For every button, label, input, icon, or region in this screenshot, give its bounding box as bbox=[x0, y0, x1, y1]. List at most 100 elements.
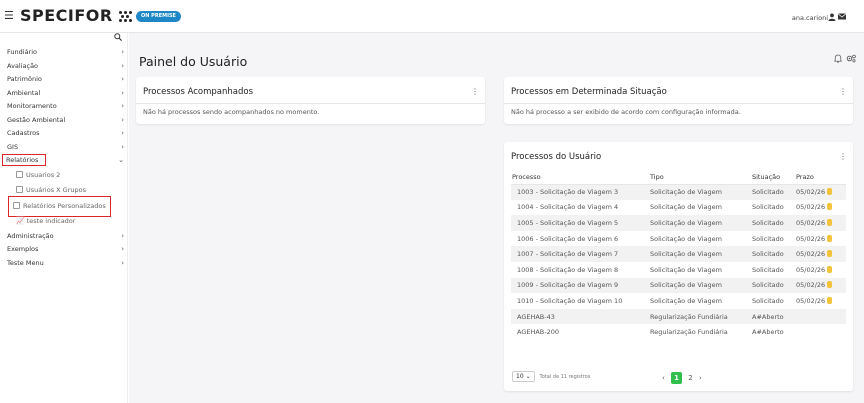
deadline-marker-icon bbox=[827, 265, 833, 273]
cell-processo-text: 1005 - Solicitação de Viagem 5 bbox=[517, 218, 619, 227]
chevron-down-icon: ⌄ bbox=[118, 156, 124, 164]
bell-icon[interactable] bbox=[833, 54, 843, 65]
cell-prazo: 05/02/26 bbox=[795, 293, 846, 309]
column-header[interactable]: Tipo bbox=[649, 171, 751, 185]
column-header[interactable]: Prazo bbox=[795, 171, 846, 185]
chevron-right-icon: › bbox=[121, 115, 124, 124]
table-row[interactable]: 1006 - Solicitação de Viagem 6 Solicitaçã… bbox=[511, 231, 846, 247]
cell-tipo: Solicitação de Viagem bbox=[649, 293, 751, 309]
sidebar-item-label: Monitoramento bbox=[7, 102, 57, 110]
table-header-row: Processo Tipo Situação Prazo bbox=[511, 171, 846, 185]
cell-processo: 1009 - Solicitação de Viagem 9 bbox=[511, 277, 649, 294]
cell-situacao: Solicitado bbox=[751, 200, 795, 216]
sidebar-item-teste-menu[interactable]: Teste Menu › bbox=[0, 257, 128, 271]
sidebar-item-monitoramento[interactable]: Monitoramento › bbox=[0, 100, 128, 114]
cell-prazo bbox=[795, 308, 846, 325]
sidebar-item-exemplos[interactable]: Exemplos › bbox=[0, 243, 128, 257]
user-icon[interactable] bbox=[828, 13, 836, 23]
cell-processo-text: 1006 - Solicitação de Viagem 6 bbox=[517, 234, 619, 243]
sidebar-item-fundiario[interactable]: Fundiário › bbox=[0, 46, 128, 60]
sidebar-subitem-relatorios-personalizados[interactable]: Relatórios Personalizados bbox=[0, 195, 128, 217]
sidebar-subitem-label: Usuários X Grupos bbox=[26, 186, 86, 194]
chevron-right-icon: › bbox=[121, 231, 124, 240]
cell-situacao: Solicitado bbox=[751, 246, 795, 262]
prev-page-icon[interactable]: ‹ bbox=[662, 374, 665, 382]
table-row[interactable]: 1007 - Solicitação de Viagem 7 Solicitaçã… bbox=[511, 246, 846, 262]
page-button[interactable]: 2 bbox=[688, 374, 692, 382]
cell-tipo: Solicitação de Viagem bbox=[649, 200, 751, 216]
sidebar-subitem-usuarios-2[interactable]: Usuarios 2 bbox=[0, 168, 128, 184]
page-title: Painel do Usuário bbox=[139, 54, 248, 69]
sidebar-item-label: Cadastros bbox=[7, 129, 40, 137]
table-row[interactable]: 1005 - Solicitação de Viagem 5 Solicitaçã… bbox=[511, 215, 846, 231]
table-row[interactable]: 1009 - Solicitação de Viagem 9 Solicitaçã… bbox=[511, 277, 846, 294]
cell-tipo-text: Solicitação de Viagem bbox=[650, 250, 722, 259]
column-header[interactable]: Processo bbox=[511, 171, 649, 185]
cell-prazo: 05/02/26 bbox=[795, 262, 846, 278]
cell-processo-text: 1007 - Solicitação de Viagem 7 bbox=[517, 250, 619, 259]
deadline-marker-icon bbox=[827, 218, 833, 226]
cell-prazo-text: 05/02/26 bbox=[796, 296, 826, 305]
sidebar-subitem-teste-indicador[interactable]: 📈 teste indicador bbox=[0, 214, 128, 230]
table-row[interactable]: 1004 - Solicitação de Viagem 4 Solicitaçã… bbox=[511, 200, 846, 216]
sidebar-item-label: Exemplos bbox=[7, 245, 39, 253]
mail-icon[interactable] bbox=[837, 13, 847, 22]
cell-tipo: Solicitação de Viagem bbox=[649, 215, 751, 231]
table-row[interactable]: 1003 - Solicitação de Viagem 3 Solicitaçã… bbox=[511, 184, 846, 200]
cell-tipo: Solicitação de Viagem bbox=[649, 277, 751, 294]
cell-prazo-text: 05/02/26 bbox=[796, 234, 826, 243]
cell-processo: 1005 - Solicitação de Viagem 5 bbox=[511, 215, 649, 231]
column-header[interactable]: Situação bbox=[751, 171, 795, 185]
sidebar-item-patrimonio[interactable]: Patrimônio › bbox=[0, 73, 128, 87]
next-page-icon[interactable]: › bbox=[699, 374, 702, 382]
chevron-right-icon: › bbox=[121, 88, 124, 97]
card-title: Processos do Usuário bbox=[511, 152, 602, 162]
cell-prazo-text: 05/02/26 bbox=[796, 188, 826, 197]
total-records: Total de 11 registros bbox=[539, 374, 591, 380]
sidebar-item-avaliacao[interactable]: Avaliação › bbox=[0, 60, 128, 74]
sidebar-nav: Fundiário › Avaliação › Patrimônio › Ambien… bbox=[0, 46, 128, 270]
page-button-current[interactable]: 1 bbox=[671, 372, 683, 384]
cell-prazo-text: 05/02/26 bbox=[796, 203, 826, 212]
cell-prazo-text: 05/02/26 bbox=[796, 265, 826, 274]
kebab-menu-icon[interactable]: ⋮ bbox=[839, 152, 847, 161]
sidebar-item-label: Fundiário bbox=[7, 48, 37, 56]
chevron-right-icon: › bbox=[121, 48, 124, 56]
card-processos-usuario: Processos do Usuário ⋮ Processo Tipo Sit… bbox=[504, 142, 853, 391]
chevron-right-icon: › bbox=[121, 129, 124, 137]
cell-processo-text: 1004 - Solicitação de Viagem 4 bbox=[517, 203, 619, 212]
sidebar-item-gestao-ambiental[interactable]: Gestão Ambiental › bbox=[0, 114, 128, 128]
page-size-select[interactable]: 10 ⌄ bbox=[512, 371, 535, 382]
user-name[interactable]: ana.carioni bbox=[792, 14, 828, 22]
sidebar-subitem-label: Relatórios Personalizados bbox=[23, 201, 106, 210]
sidebar-item-gis[interactable]: GIS › bbox=[0, 141, 128, 155]
cell-situacao: Solicitado bbox=[751, 262, 795, 278]
cell-tipo: Regularização Fundiária bbox=[649, 324, 751, 340]
cell-processo: 1010 - Solicitação de Viagem 10 bbox=[511, 293, 649, 309]
table-row[interactable]: AGEHAB-200 Regularização Fundiária A#Abert… bbox=[511, 324, 846, 340]
sidebar-item-ambiental[interactable]: Ambiental › bbox=[0, 87, 128, 101]
cell-prazo: 05/02/26 bbox=[795, 215, 846, 231]
gears-icon[interactable] bbox=[846, 54, 856, 65]
card-title: Processos em Determinada Situação bbox=[511, 87, 667, 97]
cell-situacao-text: Solicitado bbox=[752, 281, 784, 290]
cell-tipo: Solicitação de Viagem bbox=[649, 246, 751, 262]
table-row[interactable]: 1008 - Solicitação de Viagem 8 Solicitaçã… bbox=[511, 262, 846, 278]
chevron-right-icon: › bbox=[121, 61, 124, 70]
sidebar-item-relatorios[interactable]: Relatórios ⌄ bbox=[0, 154, 128, 168]
sidebar-subitem-usuarios-x-grupos[interactable]: Usuários X Grupos bbox=[0, 183, 128, 199]
deadline-marker-icon bbox=[827, 296, 833, 304]
logo-text[interactable]: SPECIFOR bbox=[20, 6, 113, 25]
table-row[interactable]: 1010 - Solicitação de Viagem 10 Solicitaç… bbox=[511, 293, 846, 309]
cell-situacao-text: A#Aberto bbox=[752, 328, 784, 337]
kebab-menu-icon[interactable]: ⋮ bbox=[471, 87, 479, 96]
sidebar-item-cadastros[interactable]: Cadastros › bbox=[0, 127, 128, 141]
hamburger-icon[interactable]: ☰ bbox=[4, 9, 14, 22]
cell-tipo-text: Solicitação de Viagem bbox=[650, 203, 722, 212]
page-size-control: 10 ⌄ Total de 11 registros bbox=[512, 371, 590, 382]
kebab-menu-icon[interactable]: ⋮ bbox=[839, 87, 847, 96]
sidebar-item-label: Gestão Ambiental bbox=[7, 115, 66, 124]
table-row[interactable]: AGEHAB-43 Regularização Fundiária A#Aberto bbox=[511, 308, 846, 325]
sidebar-item-administracao[interactable]: Administração › bbox=[0, 230, 128, 244]
search-icon[interactable] bbox=[114, 33, 122, 43]
